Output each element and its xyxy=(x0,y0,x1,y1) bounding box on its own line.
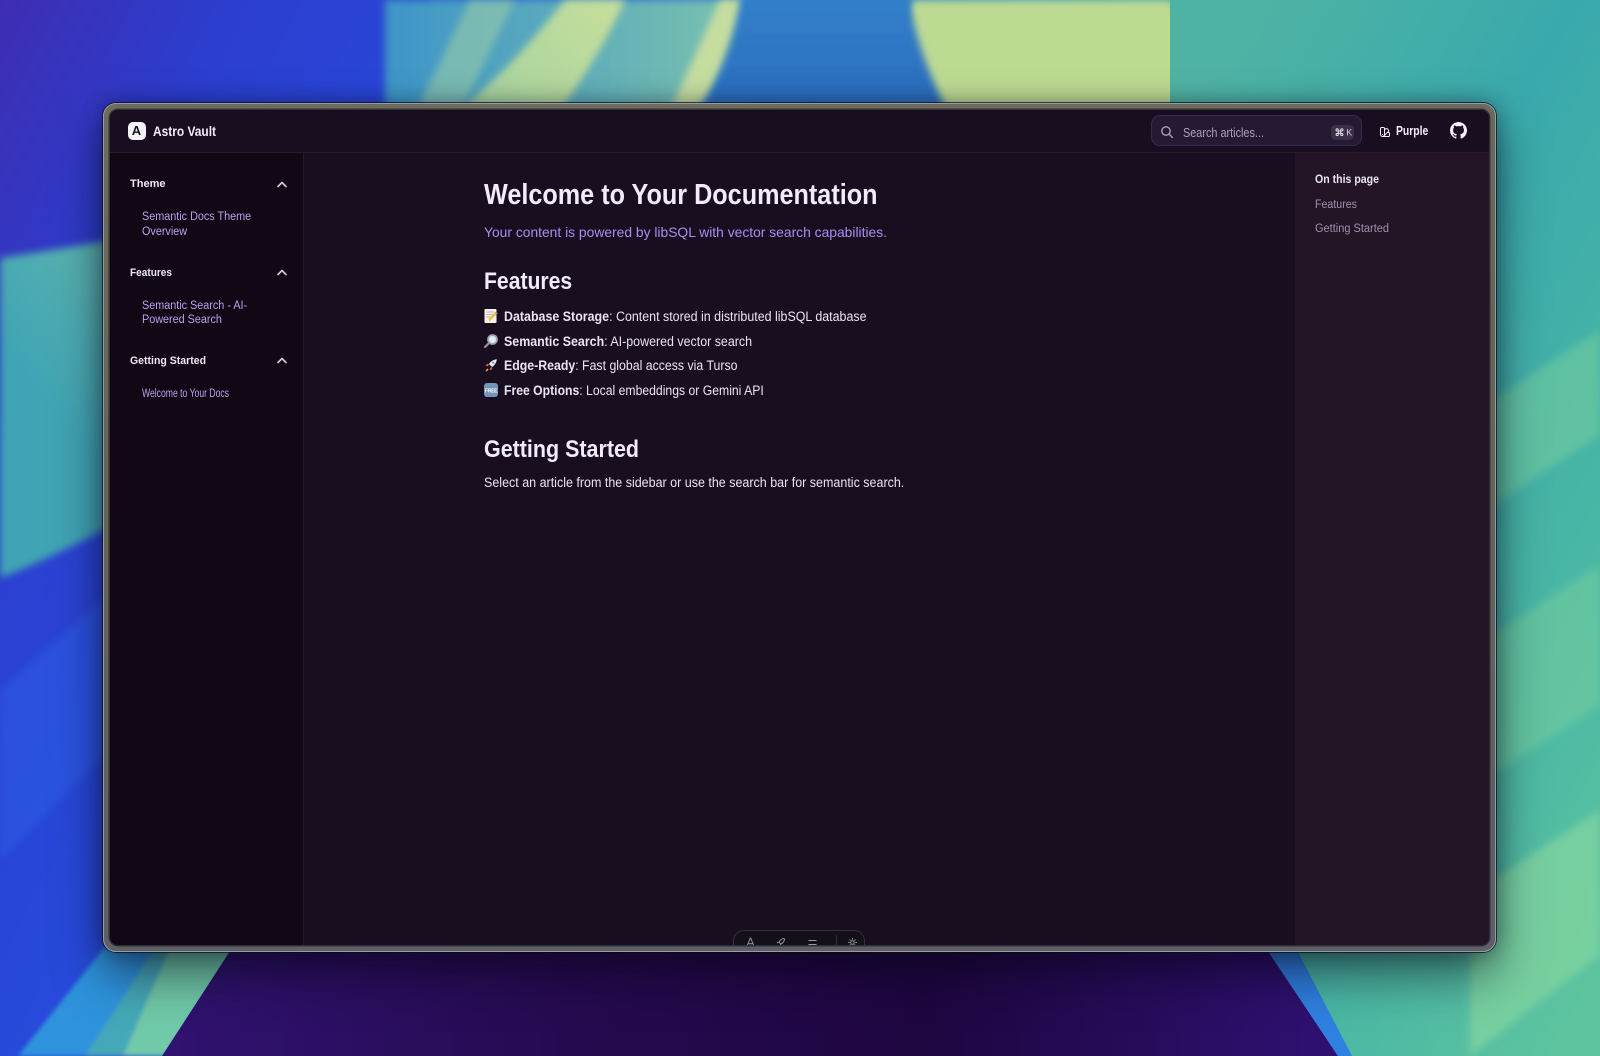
svg-text:FREE: FREE xyxy=(484,388,497,394)
svg-text:K: K xyxy=(1346,128,1352,138)
